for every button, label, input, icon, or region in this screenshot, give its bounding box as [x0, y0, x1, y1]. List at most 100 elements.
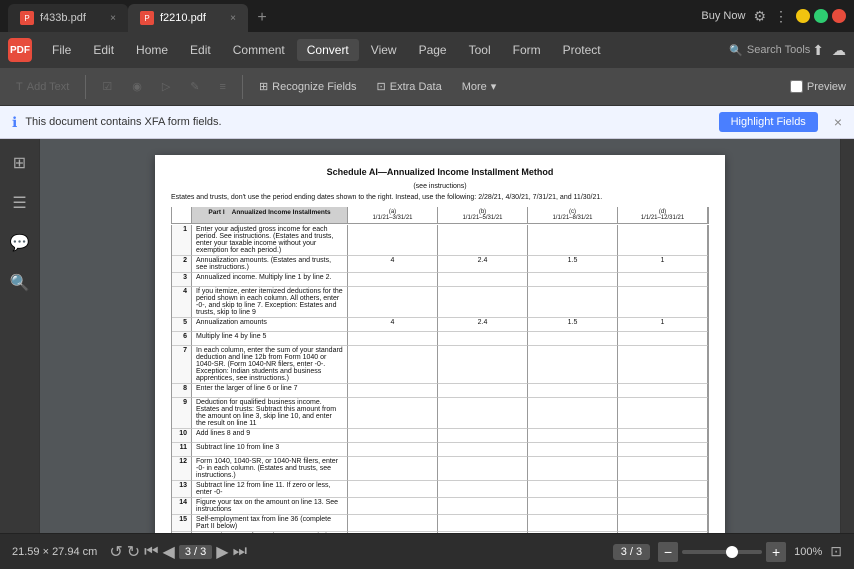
search-icon: 🔍 [729, 44, 743, 57]
zoom-thumb [726, 546, 738, 558]
row-description: Form 1040, 1040-SR, or 1040-NR filers, e… [192, 457, 348, 481]
row-description: Add lines 8 and 9 [192, 429, 348, 443]
menu-comment[interactable]: Comment [223, 39, 295, 61]
status-right: 3 / 3 − + 100% ⊡ [613, 542, 842, 562]
settings-icon[interactable]: ⚙ [753, 8, 766, 25]
zoom-slider[interactable] [682, 550, 762, 554]
rotate-left-icon[interactable]: ↺ [109, 542, 122, 562]
pdf-title: Schedule AI—Annualized Income Installmen… [171, 167, 709, 177]
col-b-header: (b)1/1/21–5/31/21 [438, 207, 528, 224]
row-description: Enter your adjusted gross income for eac… [192, 225, 348, 256]
row-col-a [348, 481, 438, 498]
pdf-viewer[interactable]: Schedule AI—Annualized Income Installmen… [40, 139, 840, 533]
right-sidebar-scrollbar[interactable] [840, 139, 854, 533]
zoom-in-button[interactable]: + [766, 542, 786, 562]
menu-view[interactable]: View [361, 39, 407, 61]
sidebar-bookmark-icon[interactable]: ☰ [6, 187, 32, 219]
table-row: 7 In each column, enter the sum of your … [171, 346, 709, 384]
row-col-d [618, 481, 708, 498]
row-col-a [348, 332, 438, 346]
row-col-c [528, 273, 618, 287]
row-description: Figure your tax on the amount on line 13… [192, 498, 348, 515]
table-row: 8 Enter the larger of line 6 or line 7 [171, 384, 709, 398]
recognize-fields-button[interactable]: ⊞ Recognize Fields [251, 76, 365, 97]
row-col-a: 4 [348, 318, 438, 332]
sidebar-comment-icon[interactable]: 💬 [4, 227, 36, 259]
row-col-d [618, 384, 708, 398]
toolbar: T Add Text ☑ ◉ ▷ ✎ ≡ ⊞ Recognize Fields … [0, 68, 854, 106]
buy-now-button[interactable]: Buy Now [701, 10, 745, 22]
menu-edit2[interactable]: Edit [180, 39, 221, 61]
row-number: 7 [172, 346, 192, 384]
more-button[interactable]: More ▾ [454, 76, 505, 97]
row-description: Multiply line 4 by line 5 [192, 332, 348, 346]
left-sidebar: ⊞ ☰ 💬 🔍 [0, 139, 40, 533]
row-number: 11 [172, 443, 192, 457]
menu-home[interactable]: Home [126, 39, 178, 61]
row-col-d [618, 346, 708, 384]
table-row: 12 Form 1040, 1040-SR, or 1040-NR filers… [171, 457, 709, 481]
maximize-button[interactable] [814, 9, 828, 23]
row-col-d [618, 515, 708, 532]
menu-page[interactable]: Page [409, 39, 457, 61]
rotate-right-icon[interactable]: ↻ [127, 542, 140, 562]
toolbar-separator-1 [85, 75, 86, 99]
toolbar-btn-3[interactable]: ▷ [154, 76, 178, 97]
overflow-icon[interactable]: ⋮ [774, 8, 788, 25]
tab-close-1[interactable]: × [110, 13, 116, 24]
pdf-page: Schedule AI—Annualized Income Installmen… [155, 155, 725, 533]
tab-close-2[interactable]: × [230, 13, 236, 24]
menu-form[interactable]: Form [503, 39, 551, 61]
fit-page-icon[interactable]: ⊡ [830, 543, 842, 560]
title-bar-actions: Buy Now ⚙ ⋮ [701, 8, 846, 25]
row-col-a [348, 346, 438, 384]
sidebar-thumbnail-icon[interactable]: ⊞ [7, 147, 32, 179]
minimize-button[interactable] [796, 9, 810, 23]
tab-label-2: f2210.pdf [160, 12, 206, 24]
menu-tool[interactable]: Tool [459, 39, 501, 61]
table-row: 14 Figure your tax on the amount on line… [171, 498, 709, 515]
menu-protect[interactable]: Protect [553, 39, 611, 61]
toolbar-btn-2[interactable]: ◉ [124, 76, 150, 97]
highlight-fields-button[interactable]: Highlight Fields [719, 112, 818, 132]
row-col-b: 2.4 [438, 318, 528, 332]
toolbar-btn-4[interactable]: ✎ [182, 76, 207, 97]
row-col-c [528, 429, 618, 443]
toolbar-btn-5[interactable]: ≡ [212, 77, 234, 97]
page-input[interactable]: 3 / 3 [179, 545, 212, 559]
menu-file[interactable]: File [42, 39, 81, 61]
title-bar: P f433b.pdf × P f2210.pdf × + Buy Now ⚙ … [0, 0, 854, 32]
row-col-a [348, 457, 438, 481]
tab-f433b[interactable]: P f433b.pdf × [8, 4, 128, 32]
row-col-a [348, 273, 438, 287]
sidebar-search-icon[interactable]: 🔍 [4, 267, 36, 299]
first-page-button[interactable]: ⏮ [144, 543, 158, 561]
menu-icons: ⬆ ☁ [812, 42, 846, 59]
row-col-d [618, 443, 708, 457]
table-row: 15 Self-employment tax from line 36 (com… [171, 515, 709, 532]
last-page-button[interactable]: ⏭ [233, 543, 247, 561]
prev-page-button[interactable]: ◀ [163, 542, 175, 562]
menu-convert[interactable]: Convert [297, 39, 359, 61]
toolbar-btn-1[interactable]: ☑ [94, 76, 120, 97]
row-col-a [348, 515, 438, 532]
cloud-icon[interactable]: ☁ [832, 42, 846, 59]
preview-checkbox[interactable] [790, 80, 803, 93]
row-col-c [528, 443, 618, 457]
zoom-out-button[interactable]: − [658, 542, 678, 562]
extra-data-button[interactable]: ⊡ Extra Data [369, 76, 450, 97]
notification-close-button[interactable]: × [834, 114, 842, 130]
preview-checkbox-group[interactable]: Preview [790, 80, 846, 93]
col-a-header: (a)1/1/21–3/31/21 [348, 207, 438, 224]
new-tab-button[interactable]: + [248, 4, 276, 32]
tab-f2210[interactable]: P f2210.pdf × [128, 4, 248, 32]
next-page-button[interactable]: ▶ [216, 542, 228, 562]
share-icon[interactable]: ⬆ [812, 42, 824, 59]
search-tools[interactable]: 🔍 Search Tools [729, 44, 810, 57]
row-col-c: 1.5 [528, 318, 618, 332]
row-description: Enter other taxes for each payment perio… [192, 532, 348, 533]
add-text-button[interactable]: T Add Text [8, 77, 77, 97]
close-button[interactable] [832, 9, 846, 23]
row-col-b [438, 498, 528, 515]
menu-edit[interactable]: Edit [83, 39, 124, 61]
